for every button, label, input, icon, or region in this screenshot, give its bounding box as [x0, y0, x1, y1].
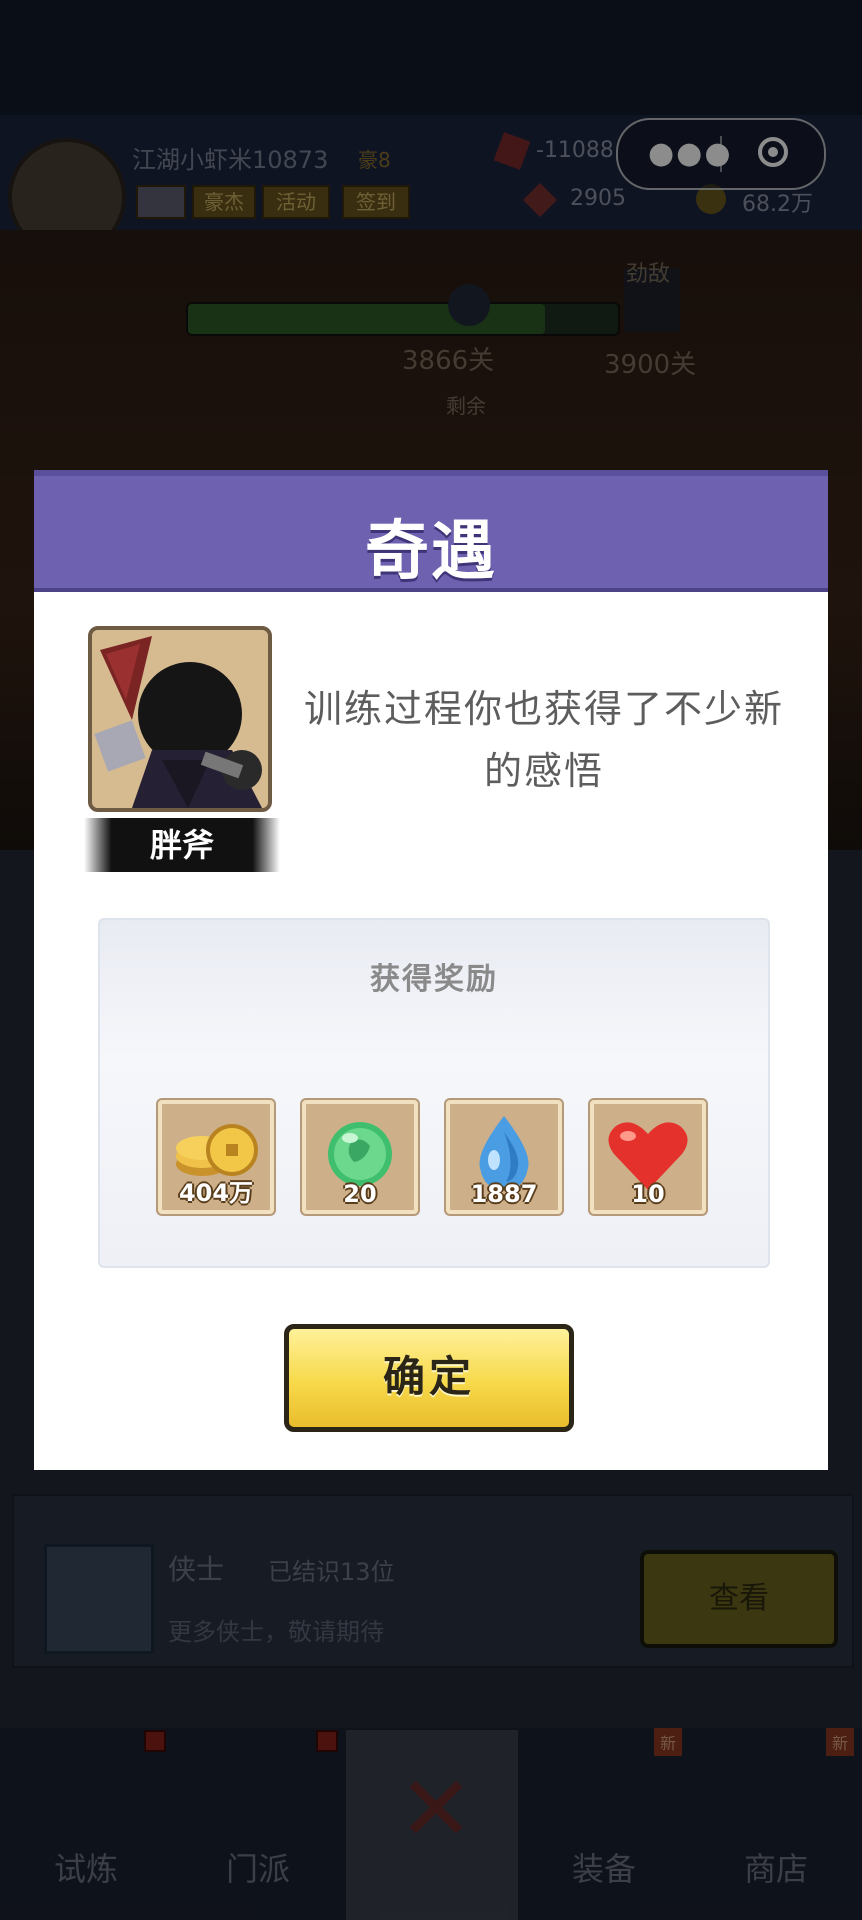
reward-count: 404万	[178, 1179, 254, 1207]
encounter-dialog: 奇遇 胖斧 训练过程你也获得了不少新的感悟 获得奖励 404万 20 1887 …	[34, 470, 828, 1470]
confirm-button[interactable]: 确定	[284, 1324, 574, 1432]
reward-panel: 获得奖励	[98, 918, 770, 1268]
character-name: 胖斧	[84, 818, 280, 872]
encounter-description: 训练过程你也获得了不少新的感悟	[304, 687, 785, 793]
reward-item-drop[interactable]: 1887	[446, 1100, 562, 1214]
reward-count: 20	[343, 1180, 377, 1208]
reward-item-orb[interactable]: 20	[302, 1100, 418, 1214]
dialog-header: 奇遇	[34, 470, 828, 592]
reward-item-gold[interactable]: 404万	[158, 1100, 274, 1214]
reward-count: 1887	[470, 1180, 538, 1208]
reward-title: 获得奖励	[370, 962, 498, 997]
character-portrait	[88, 626, 272, 812]
reward-count: 10	[631, 1180, 665, 1208]
dialog-title: 奇遇	[365, 515, 497, 589]
reward-item-heart[interactable]: 10	[590, 1100, 706, 1214]
character-figure-icon	[92, 630, 268, 808]
